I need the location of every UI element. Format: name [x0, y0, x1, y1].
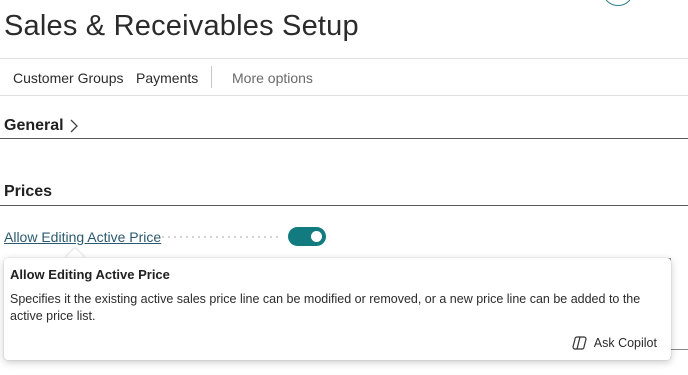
action-bar-divider — [0, 95, 688, 96]
general-section-title: General — [4, 117, 64, 134]
action-separator — [211, 66, 212, 88]
tooltip-title: Allow Editing Active Price — [10, 267, 170, 282]
profile-button[interactable] — [602, 0, 634, 6]
general-section-header[interactable]: General — [4, 117, 80, 135]
tooltip-arrow-cover — [60, 258, 92, 268]
customer-groups-action[interactable]: Customer Groups — [13, 70, 123, 86]
field-leader-dots — [160, 236, 280, 238]
payments-action[interactable]: Payments — [136, 70, 198, 86]
chevron-right-icon — [70, 119, 78, 133]
prices-section-line — [0, 205, 688, 206]
allow-editing-active-price-label[interactable]: Allow Editing Active Price — [4, 229, 161, 245]
prices-section-header: Prices — [4, 183, 52, 201]
copilot-icon — [572, 336, 587, 350]
general-section-line — [0, 138, 688, 139]
toggle-knob — [311, 231, 322, 242]
page-title: Sales & Receivables Setup — [4, 10, 359, 42]
more-options-action[interactable]: More options — [232, 70, 313, 86]
field-tooltip: Allow Editing Active Price Specifies it … — [4, 258, 671, 360]
tooltip-body: Specifies it the existing active sales p… — [10, 292, 641, 323]
ask-copilot-button[interactable]: Ask Copilot — [571, 335, 657, 351]
allow-editing-active-price-toggle[interactable] — [288, 227, 326, 246]
prices-section-title: Prices — [4, 183, 53, 200]
ask-copilot-label: Ask Copilot — [593, 336, 657, 350]
action-bar: Customer Groups Payments More options — [0, 59, 688, 95]
